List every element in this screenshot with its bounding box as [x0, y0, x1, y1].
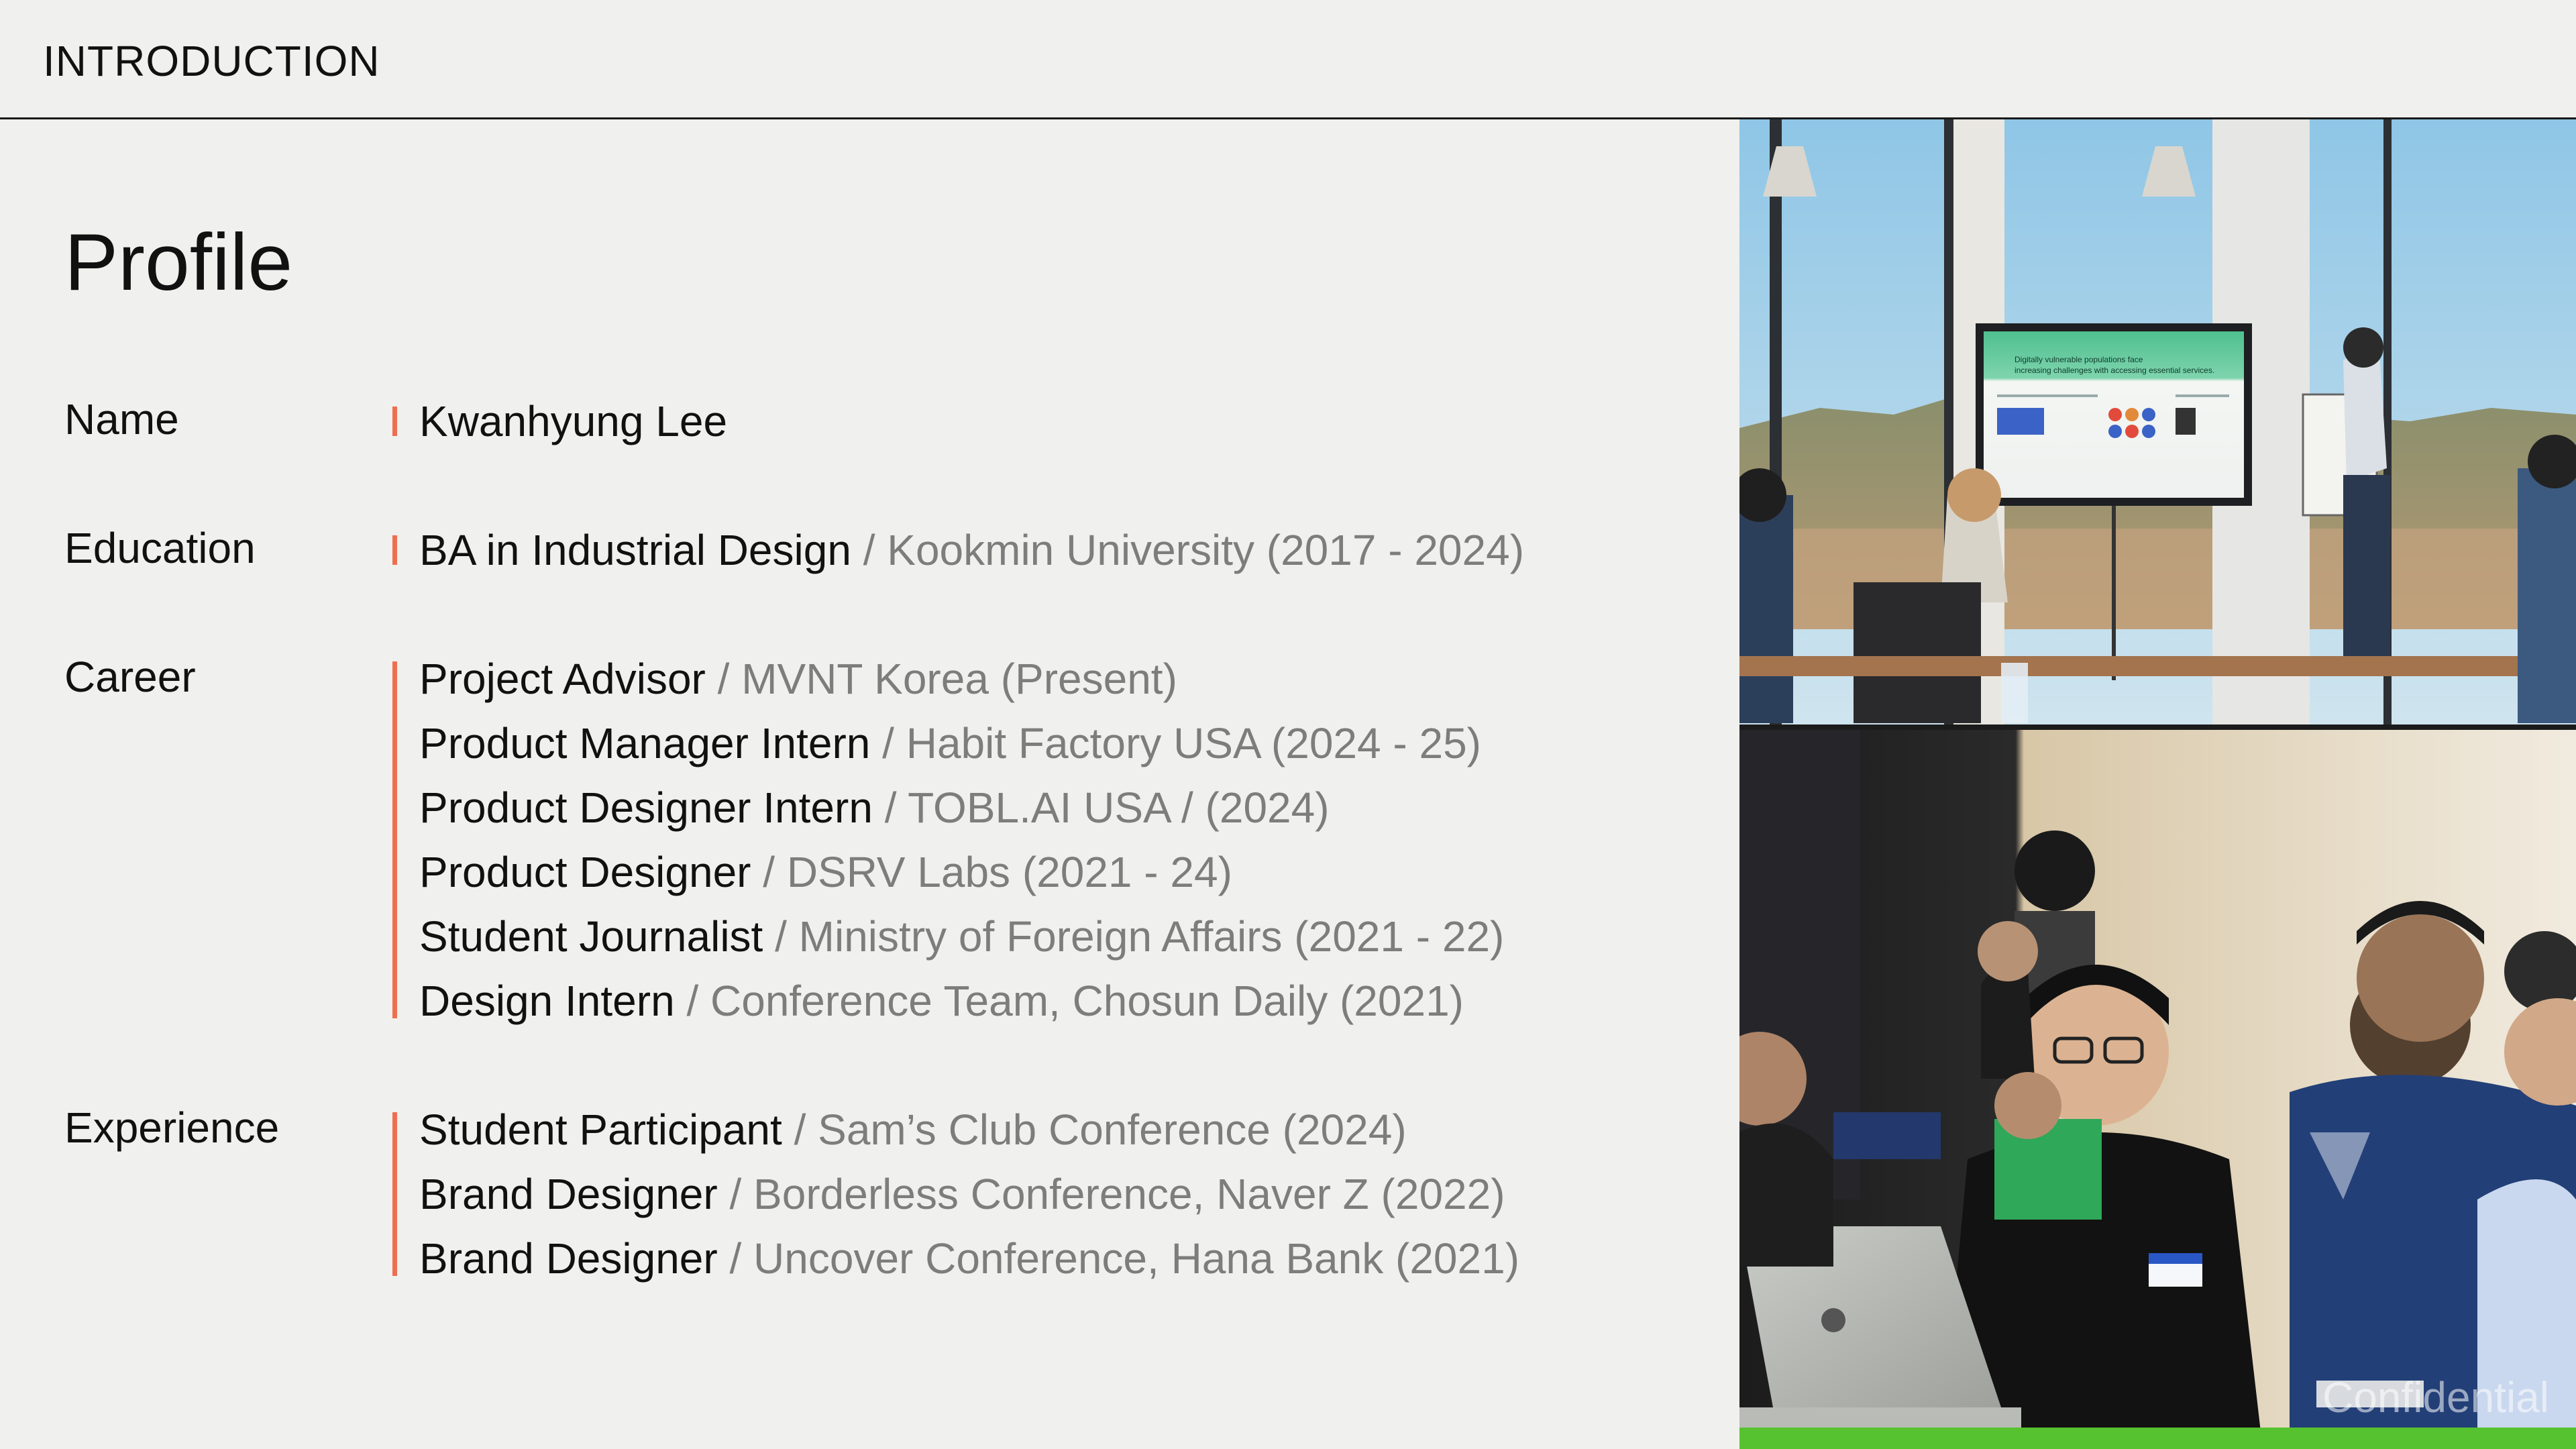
- experience-event: / Uncover Conference, Hana Bank (2021): [717, 1234, 1519, 1283]
- career-entry: Product Manager Intern / Habit Factory U…: [419, 711, 1481, 775]
- career-entry: Design Intern / Conference Team, Chosun …: [419, 969, 1464, 1033]
- career-label: Career: [64, 653, 196, 701]
- accent-bar: [392, 1112, 397, 1276]
- education-label: Education: [64, 524, 256, 572]
- page-title: Profile: [64, 217, 293, 307]
- workshop-photo: [1739, 730, 2576, 1449]
- career-entry: Student Journalist / Ministry of Foreign…: [419, 904, 1504, 969]
- career-role: Product Manager Intern: [419, 719, 871, 767]
- name-label: Name: [64, 395, 179, 443]
- photo-panel: Digitally vulnerable populations face in…: [1739, 119, 2576, 1449]
- accent-bar: [392, 535, 397, 565]
- career-role: Product Designer Intern: [419, 784, 873, 832]
- experience-entry: Student Participant / Sam’s Club Confere…: [419, 1097, 1407, 1162]
- career-entry: Project Advisor / MVNT Korea (Present): [419, 647, 1177, 711]
- experience-entry: Brand Designer / Borderless Conference, …: [419, 1162, 1505, 1226]
- accent-bar: [392, 407, 397, 436]
- career-org: / Habit Factory USA (2024 - 25): [870, 719, 1481, 767]
- career-role: Project Advisor: [419, 655, 706, 703]
- presentation-photo: Digitally vulnerable populations face in…: [1739, 119, 2576, 724]
- section-title: INTRODUCTION: [43, 37, 380, 85]
- experience-event: / Sam’s Club Conference (2024): [782, 1106, 1407, 1154]
- experience-label: Experience: [64, 1104, 280, 1152]
- career-entry: Product Designer / DSRV Labs (2021 - 24): [419, 840, 1232, 904]
- experience-role: Brand Designer: [419, 1170, 718, 1218]
- career-org: / MVNT Korea (Present): [705, 655, 1177, 703]
- slide-heading: Digitally vulnerable populations face: [2015, 355, 2143, 364]
- experience-role: Brand Designer: [419, 1234, 718, 1283]
- accent-bar: [392, 661, 397, 1018]
- career-org: / DSRV Labs (2021 - 24): [751, 848, 1232, 896]
- career-org: / Conference Team, Chosun Daily (2021): [674, 977, 1464, 1025]
- education-entry: BA in Industrial Design / Kookmin Univer…: [419, 518, 1524, 582]
- header-bar: INTRODUCTION: [0, 0, 2576, 119]
- name-value: Kwanhyung Lee: [419, 397, 728, 445]
- education-school: / Kookmin University (2017 - 2024): [851, 526, 1524, 574]
- slide-heading: increasing challenges with accessing ess…: [2015, 366, 2214, 375]
- career-org: / TOBL.AI USA / (2024): [872, 784, 1330, 832]
- education-degree: BA in Industrial Design: [419, 526, 851, 574]
- career-role: Student Journalist: [419, 912, 763, 961]
- career-role: Design Intern: [419, 977, 675, 1025]
- career-role: Product Designer: [419, 848, 751, 896]
- career-entry: Product Designer Intern / TOBL.AI USA / …: [419, 775, 1330, 840]
- career-org: / Ministry of Foreign Affairs (2021 - 22…: [763, 912, 1505, 961]
- watermark-text: Confidential: [2322, 1373, 2549, 1421]
- experience-role: Student Participant: [419, 1106, 782, 1154]
- experience-event: / Borderless Conference, Naver Z (2022): [717, 1170, 1505, 1218]
- experience-entry: Brand Designer / Uncover Conference, Han…: [419, 1226, 1519, 1291]
